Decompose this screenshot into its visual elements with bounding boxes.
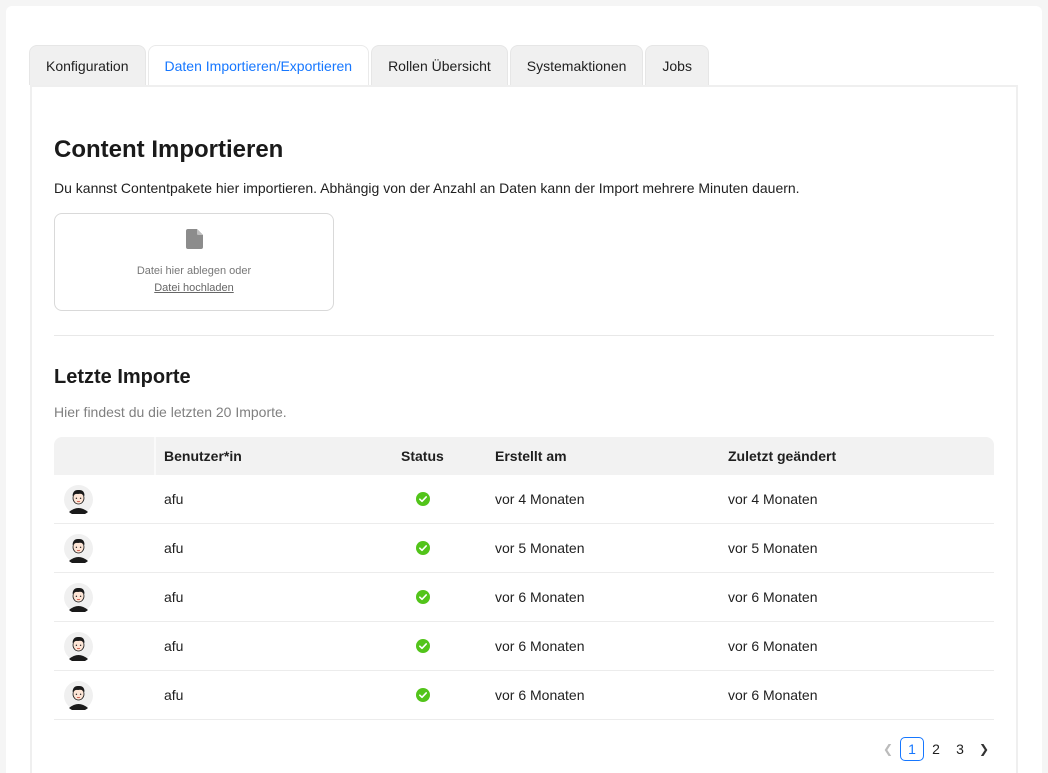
- table-header: Benutzer*in Status Erstellt am Zuletzt g…: [54, 437, 994, 475]
- tab-systemaktionen[interactable]: Systemaktionen: [509, 45, 644, 85]
- section-divider: [54, 335, 994, 336]
- page-list: 123: [900, 737, 972, 761]
- chevron-left-icon[interactable]: ❮: [876, 737, 900, 761]
- avatar: [64, 534, 93, 565]
- page-3-button[interactable]: 3: [948, 737, 972, 761]
- cell-changed: vor 6 Monaten: [728, 638, 818, 654]
- table-body: afu vor 4 Monaten vor 4 Monaten afu vor …: [54, 475, 994, 720]
- column-header-status[interactable]: Status: [401, 437, 445, 475]
- success-check-icon: [416, 590, 430, 604]
- table-row[interactable]: afu vor 5 Monaten vor 5 Monaten: [54, 524, 994, 573]
- tab-konfiguration[interactable]: Konfiguration: [29, 45, 146, 85]
- header-separator: [154, 437, 156, 475]
- recent-imports-subtitle: Hier findest du die letzten 20 Importe.: [54, 404, 287, 420]
- table-row[interactable]: afu vor 4 Monaten vor 4 Monaten: [54, 475, 994, 524]
- success-check-icon: [416, 492, 430, 506]
- file-icon: [186, 229, 203, 249]
- tab-jobs[interactable]: Jobs: [645, 45, 709, 85]
- recent-imports-title: Letzte Importe: [54, 366, 191, 388]
- column-header-created[interactable]: Erstellt am: [495, 437, 567, 475]
- imports-table: Benutzer*in Status Erstellt am Zuletzt g…: [54, 437, 994, 720]
- upload-link-wrap: Datei hochladen: [55, 282, 333, 294]
- cell-created: vor 4 Monaten: [495, 491, 585, 507]
- tab-bar: Konfiguration Daten Importieren/Exportie…: [29, 45, 709, 85]
- cell-changed: vor 5 Monaten: [728, 540, 818, 556]
- avatar: [64, 583, 93, 614]
- cell-user: afu: [164, 589, 184, 605]
- column-header-changed[interactable]: Zuletzt geändert: [728, 437, 836, 475]
- table-row[interactable]: afu vor 6 Monaten vor 6 Monaten: [54, 622, 994, 671]
- cell-user: afu: [164, 540, 184, 556]
- cell-changed: vor 6 Monaten: [728, 589, 818, 605]
- avatar: [64, 681, 93, 712]
- cell-changed: vor 4 Monaten: [728, 491, 818, 507]
- column-header-user[interactable]: Benutzer*in: [164, 437, 242, 475]
- cell-user: afu: [164, 491, 184, 507]
- success-check-icon: [416, 639, 430, 653]
- tab-rollen-uebersicht[interactable]: Rollen Übersicht: [371, 45, 508, 85]
- cell-created: vor 6 Monaten: [495, 687, 585, 703]
- chevron-right-icon[interactable]: ❯: [972, 737, 996, 761]
- page-1-button[interactable]: 1: [900, 737, 924, 761]
- cell-user: afu: [164, 638, 184, 654]
- upload-link[interactable]: Datei hochladen: [154, 282, 234, 294]
- page-2-button[interactable]: 2: [924, 737, 948, 761]
- cell-created: vor 5 Monaten: [495, 540, 585, 556]
- success-check-icon: [416, 541, 430, 555]
- cell-created: vor 6 Monaten: [495, 589, 585, 605]
- cell-created: vor 6 Monaten: [495, 638, 585, 654]
- avatar: [64, 632, 93, 663]
- success-check-icon: [416, 688, 430, 702]
- tab-daten-import-export[interactable]: Daten Importieren/Exportieren: [147, 45, 370, 85]
- table-row[interactable]: afu vor 6 Monaten vor 6 Monaten: [54, 573, 994, 622]
- dropzone-text: Datei hier ablegen oder: [136, 265, 252, 277]
- cell-user: afu: [164, 687, 184, 703]
- cell-changed: vor 6 Monaten: [728, 687, 818, 703]
- avatar: [64, 485, 93, 516]
- import-description: Du kannst Contentpakete hier importieren…: [54, 180, 800, 196]
- pagination: ❮ 123 ❯: [876, 737, 996, 761]
- import-title: Content Importieren: [54, 136, 284, 163]
- table-row[interactable]: afu vor 6 Monaten vor 6 Monaten: [54, 671, 994, 720]
- upload-dropzone[interactable]: Datei hier ablegen oder Datei hochladen: [54, 213, 334, 311]
